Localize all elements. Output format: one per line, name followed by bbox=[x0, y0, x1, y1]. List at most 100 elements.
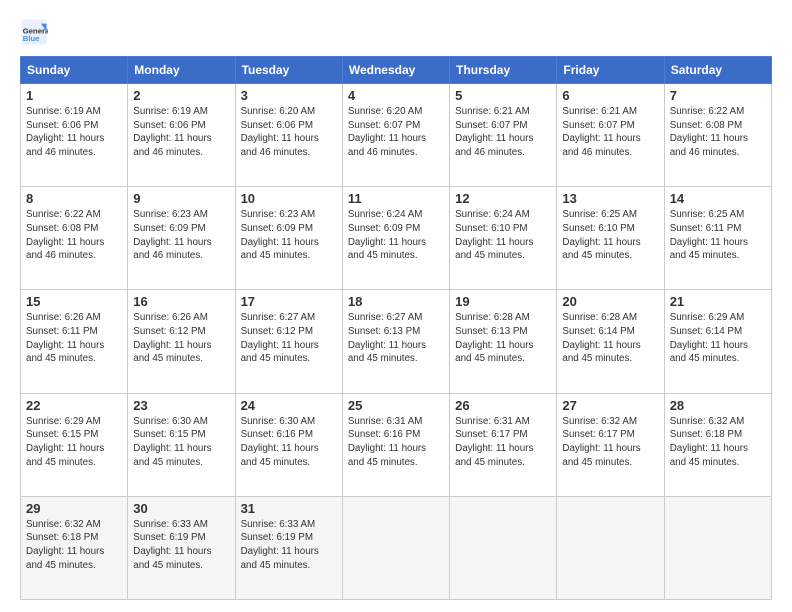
day-info: Sunrise: 6:26 AM Sunset: 6:11 PM Dayligh… bbox=[26, 311, 122, 366]
day-number: 5 bbox=[455, 88, 551, 103]
day-number: 16 bbox=[133, 294, 229, 309]
day-number: 9 bbox=[133, 191, 229, 206]
page: General Blue SundayMondayTuesdayWednesda… bbox=[0, 0, 792, 612]
day-number: 13 bbox=[562, 191, 658, 206]
calendar-cell: 8 Sunrise: 6:22 AM Sunset: 6:08 PM Daylig… bbox=[21, 187, 128, 290]
day-info: Sunrise: 6:24 AM Sunset: 6:09 PM Dayligh… bbox=[348, 208, 444, 263]
calendar-cell bbox=[664, 496, 771, 599]
calendar-cell: 15 Sunrise: 6:26 AM Sunset: 6:11 PM Dayli… bbox=[21, 290, 128, 393]
day-info: Sunrise: 6:23 AM Sunset: 6:09 PM Dayligh… bbox=[133, 208, 229, 263]
calendar-cell: 4 Sunrise: 6:20 AM Sunset: 6:07 PM Daylig… bbox=[342, 84, 449, 187]
day-number: 23 bbox=[133, 398, 229, 413]
calendar-cell: 12 Sunrise: 6:24 AM Sunset: 6:10 PM Dayli… bbox=[450, 187, 557, 290]
calendar-body: 1 Sunrise: 6:19 AM Sunset: 6:06 PM Daylig… bbox=[21, 84, 772, 600]
day-info: Sunrise: 6:31 AM Sunset: 6:16 PM Dayligh… bbox=[348, 415, 444, 470]
day-info: Sunrise: 6:22 AM Sunset: 6:08 PM Dayligh… bbox=[670, 105, 766, 160]
day-info: Sunrise: 6:23 AM Sunset: 6:09 PM Dayligh… bbox=[241, 208, 337, 263]
day-info: Sunrise: 6:32 AM Sunset: 6:18 PM Dayligh… bbox=[26, 518, 122, 573]
header: General Blue bbox=[20, 18, 772, 46]
calendar-cell: 20 Sunrise: 6:28 AM Sunset: 6:14 PM Dayli… bbox=[557, 290, 664, 393]
day-number: 26 bbox=[455, 398, 551, 413]
day-number: 1 bbox=[26, 88, 122, 103]
calendar-week-row: 29 Sunrise: 6:32 AM Sunset: 6:18 PM Dayli… bbox=[21, 496, 772, 599]
calendar-header-cell: Monday bbox=[128, 57, 235, 84]
day-info: Sunrise: 6:27 AM Sunset: 6:12 PM Dayligh… bbox=[241, 311, 337, 366]
calendar-cell: 1 Sunrise: 6:19 AM Sunset: 6:06 PM Daylig… bbox=[21, 84, 128, 187]
day-info: Sunrise: 6:25 AM Sunset: 6:10 PM Dayligh… bbox=[562, 208, 658, 263]
day-number: 11 bbox=[348, 191, 444, 206]
calendar-cell: 5Sunrise: 6:21 AM Sunset: 6:07 PM Daylig… bbox=[450, 84, 557, 187]
day-number: 14 bbox=[670, 191, 766, 206]
calendar-cell bbox=[342, 496, 449, 599]
day-info: Sunrise: 6:30 AM Sunset: 6:16 PM Dayligh… bbox=[241, 415, 337, 470]
calendar-header-cell: Wednesday bbox=[342, 57, 449, 84]
day-info: Sunrise: 6:25 AM Sunset: 6:11 PM Dayligh… bbox=[670, 208, 766, 263]
calendar-cell: 30Sunrise: 6:33 AM Sunset: 6:19 PM Dayli… bbox=[128, 496, 235, 599]
day-info: Sunrise: 6:28 AM Sunset: 6:13 PM Dayligh… bbox=[455, 311, 551, 366]
calendar-cell: 13 Sunrise: 6:25 AM Sunset: 6:10 PM Dayli… bbox=[557, 187, 664, 290]
calendar-cell: 26 Sunrise: 6:31 AM Sunset: 6:17 PM Dayli… bbox=[450, 393, 557, 496]
day-number: 8 bbox=[26, 191, 122, 206]
calendar-table: SundayMondayTuesdayWednesdayThursdayFrid… bbox=[20, 56, 772, 600]
day-info: Sunrise: 6:32 AM Sunset: 6:18 PM Dayligh… bbox=[670, 415, 766, 470]
day-number: 18 bbox=[348, 294, 444, 309]
day-info: Sunrise: 6:32 AM Sunset: 6:17 PM Dayligh… bbox=[562, 415, 658, 470]
calendar-cell: 9 Sunrise: 6:23 AM Sunset: 6:09 PM Daylig… bbox=[128, 187, 235, 290]
calendar-cell: 25Sunrise: 6:31 AM Sunset: 6:16 PM Dayli… bbox=[342, 393, 449, 496]
day-number: 20 bbox=[562, 294, 658, 309]
calendar-cell: 11 Sunrise: 6:24 AM Sunset: 6:09 PM Dayli… bbox=[342, 187, 449, 290]
day-info: Sunrise: 6:19 AM Sunset: 6:06 PM Dayligh… bbox=[133, 105, 229, 160]
day-number: 29 bbox=[26, 501, 122, 516]
calendar-cell: 31Sunrise: 6:33 AM Sunset: 6:19 PM Dayli… bbox=[235, 496, 342, 599]
calendar-cell: 22Sunrise: 6:29 AM Sunset: 6:15 PM Dayli… bbox=[21, 393, 128, 496]
day-info: Sunrise: 6:20 AM Sunset: 6:07 PM Dayligh… bbox=[348, 105, 444, 160]
day-number: 2 bbox=[133, 88, 229, 103]
svg-text:Blue: Blue bbox=[23, 34, 40, 43]
day-number: 30 bbox=[133, 501, 229, 516]
calendar-cell: 6Sunrise: 6:21 AM Sunset: 6:07 PM Daylig… bbox=[557, 84, 664, 187]
day-number: 31 bbox=[241, 501, 337, 516]
day-info: Sunrise: 6:30 AM Sunset: 6:15 PM Dayligh… bbox=[133, 415, 229, 470]
calendar-header-cell: Thursday bbox=[450, 57, 557, 84]
day-info: Sunrise: 6:28 AM Sunset: 6:14 PM Dayligh… bbox=[562, 311, 658, 366]
day-number: 19 bbox=[455, 294, 551, 309]
calendar-week-row: 22Sunrise: 6:29 AM Sunset: 6:15 PM Dayli… bbox=[21, 393, 772, 496]
calendar-cell: 7 Sunrise: 6:22 AM Sunset: 6:08 PM Daylig… bbox=[664, 84, 771, 187]
day-number: 24 bbox=[241, 398, 337, 413]
day-number: 3 bbox=[241, 88, 337, 103]
day-number: 4 bbox=[348, 88, 444, 103]
day-info: Sunrise: 6:29 AM Sunset: 6:14 PM Dayligh… bbox=[670, 311, 766, 366]
calendar-cell: 19 Sunrise: 6:28 AM Sunset: 6:13 PM Dayli… bbox=[450, 290, 557, 393]
calendar-cell bbox=[557, 496, 664, 599]
calendar-header-cell: Sunday bbox=[21, 57, 128, 84]
calendar-cell bbox=[450, 496, 557, 599]
day-number: 27 bbox=[562, 398, 658, 413]
day-info: Sunrise: 6:24 AM Sunset: 6:10 PM Dayligh… bbox=[455, 208, 551, 263]
day-number: 17 bbox=[241, 294, 337, 309]
day-info: Sunrise: 6:19 AM Sunset: 6:06 PM Dayligh… bbox=[26, 105, 122, 160]
calendar-header-cell: Saturday bbox=[664, 57, 771, 84]
calendar-cell: 3Sunrise: 6:20 AM Sunset: 6:06 PM Daylig… bbox=[235, 84, 342, 187]
calendar-cell: 2 Sunrise: 6:19 AM Sunset: 6:06 PM Daylig… bbox=[128, 84, 235, 187]
day-number: 28 bbox=[670, 398, 766, 413]
day-number: 15 bbox=[26, 294, 122, 309]
day-number: 7 bbox=[670, 88, 766, 103]
day-info: Sunrise: 6:29 AM Sunset: 6:15 PM Dayligh… bbox=[26, 415, 122, 470]
calendar-header-cell: Friday bbox=[557, 57, 664, 84]
calendar-cell: 23 Sunrise: 6:30 AM Sunset: 6:15 PM Dayli… bbox=[128, 393, 235, 496]
calendar-cell: 27 Sunrise: 6:32 AM Sunset: 6:17 PM Dayli… bbox=[557, 393, 664, 496]
calendar-week-row: 1 Sunrise: 6:19 AM Sunset: 6:06 PM Daylig… bbox=[21, 84, 772, 187]
calendar-cell: 28 Sunrise: 6:32 AM Sunset: 6:18 PM Dayli… bbox=[664, 393, 771, 496]
calendar-cell: 29 Sunrise: 6:32 AM Sunset: 6:18 PM Dayli… bbox=[21, 496, 128, 599]
day-number: 6 bbox=[562, 88, 658, 103]
calendar-cell: 18Sunrise: 6:27 AM Sunset: 6:13 PM Dayli… bbox=[342, 290, 449, 393]
calendar-header-cell: Tuesday bbox=[235, 57, 342, 84]
calendar-cell: 24 Sunrise: 6:30 AM Sunset: 6:16 PM Dayli… bbox=[235, 393, 342, 496]
day-info: Sunrise: 6:22 AM Sunset: 6:08 PM Dayligh… bbox=[26, 208, 122, 263]
logo-icon: General Blue bbox=[20, 18, 48, 46]
day-number: 12 bbox=[455, 191, 551, 206]
day-info: Sunrise: 6:26 AM Sunset: 6:12 PM Dayligh… bbox=[133, 311, 229, 366]
day-info: Sunrise: 6:31 AM Sunset: 6:17 PM Dayligh… bbox=[455, 415, 551, 470]
day-number: 21 bbox=[670, 294, 766, 309]
calendar-week-row: 15 Sunrise: 6:26 AM Sunset: 6:11 PM Dayli… bbox=[21, 290, 772, 393]
